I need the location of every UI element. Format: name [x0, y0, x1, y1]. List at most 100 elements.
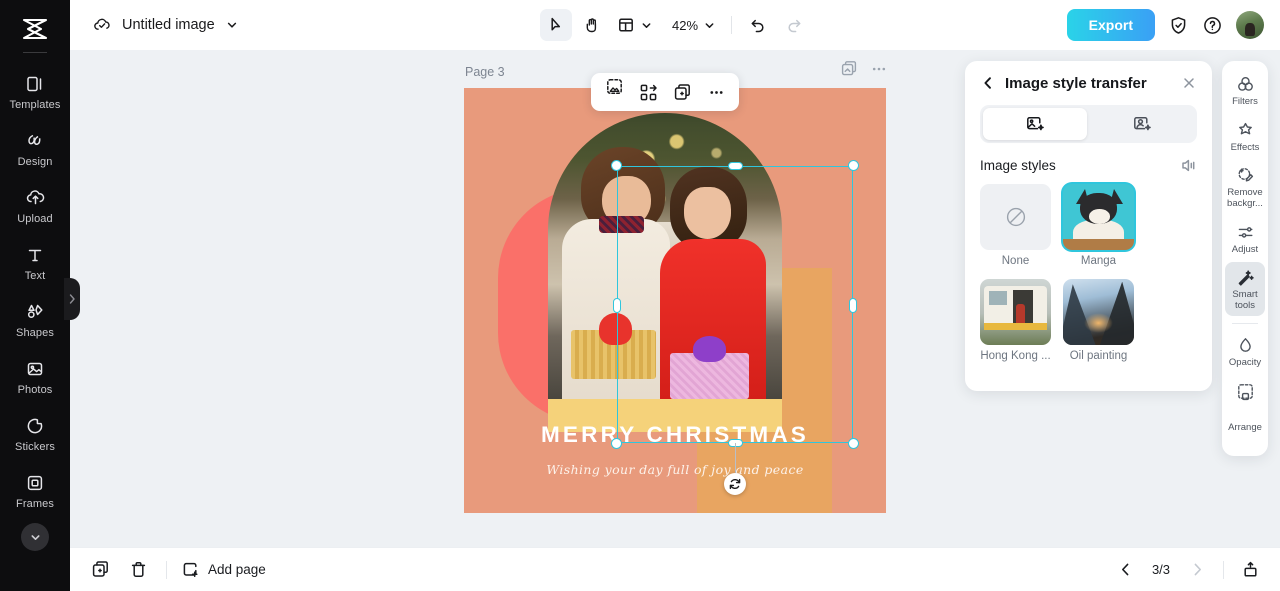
sidebar-label: Templates [9, 98, 61, 111]
chevron-down-icon[interactable] [640, 19, 653, 32]
more-horizontal-icon [707, 83, 726, 102]
present-button[interactable] [1236, 556, 1264, 584]
resize-handle-bottom[interactable] [728, 439, 743, 447]
right-tool-smart-tools[interactable]: Smart tools [1225, 262, 1265, 317]
sidebar-more-button[interactable] [21, 523, 49, 551]
prev-page-button[interactable] [1111, 556, 1139, 584]
cutout-tool-button[interactable] [599, 77, 629, 107]
replace-icon [639, 83, 658, 102]
none-thumb [980, 184, 1051, 250]
sidebar-item-stickers[interactable]: Stickers [0, 405, 70, 462]
toolbar-divider [731, 16, 733, 34]
resize-handle-top[interactable] [728, 162, 743, 170]
style-mode-tabs [980, 105, 1197, 143]
hand-icon [583, 16, 601, 34]
zoom-control[interactable]: 42% [662, 9, 721, 41]
manga-cat-thumb [1063, 184, 1134, 250]
right-tool-adjust[interactable]: Adjust [1225, 217, 1265, 261]
document-title-group[interactable]: Untitled image [70, 15, 239, 35]
more-tool-button[interactable] [701, 77, 731, 107]
van-window [988, 290, 1007, 306]
oil-glow [1084, 313, 1113, 334]
right-tool-opacity[interactable]: Opacity [1225, 330, 1265, 374]
duplicate-page-button[interactable] [86, 556, 114, 584]
hand-tool-button[interactable] [576, 9, 608, 41]
portrait-style-tab[interactable] [1090, 108, 1194, 140]
document-title[interactable]: Untitled image [122, 17, 215, 33]
bottom-right-actions: 3/3 [1111, 556, 1280, 584]
right-tool-remove-background[interactable]: Remove backgr... [1225, 160, 1265, 214]
resize-handle-bottom-left[interactable] [611, 438, 622, 449]
sidebar-item-upload[interactable]: Upload [0, 177, 70, 234]
sidebar-label: Text [24, 269, 46, 282]
cloud-check-icon [92, 15, 112, 35]
shield-check-icon[interactable] [1168, 15, 1189, 36]
chevron-down-icon[interactable] [225, 18, 239, 32]
export-button[interactable]: Export [1066, 9, 1155, 41]
tagline-text[interactable]: Wishing your day full of joy and peace [464, 462, 886, 477]
undo-icon [749, 16, 767, 34]
right-tool-label: Remove backgr... [1227, 187, 1263, 209]
undo-button[interactable] [742, 9, 774, 41]
shapes-icon [24, 301, 46, 323]
cat-table [1063, 239, 1134, 250]
sidebar-item-shapes[interactable]: Shapes [0, 291, 70, 348]
sidebar-item-design[interactable]: Design [0, 120, 70, 177]
chevron-left-icon[interactable] [980, 75, 996, 91]
app-root: Templates Design Upload Text Shapes Phot… [0, 0, 1280, 591]
portrait-sparkle-icon [1132, 114, 1152, 134]
delete-page-button[interactable] [124, 556, 152, 584]
sidebar-item-templates[interactable]: Templates [0, 63, 70, 120]
chevron-down-icon[interactable] [703, 19, 716, 32]
hongkong-van-thumb [980, 279, 1051, 345]
image-style-tab[interactable] [983, 108, 1087, 140]
sidebar-item-text[interactable]: Text [0, 234, 70, 291]
right-tool-label: Filters [1232, 96, 1258, 107]
image-sparkle-icon [1025, 114, 1045, 134]
redo-button[interactable] [778, 9, 810, 41]
left-sidebar: Templates Design Upload Text Shapes Phot… [0, 0, 70, 591]
next-page-button[interactable] [1183, 556, 1211, 584]
sidebar-label: Shapes [16, 326, 54, 339]
sticker-icon [24, 415, 46, 437]
avatar[interactable] [1236, 11, 1264, 39]
add-page-button[interactable]: Add page [181, 560, 266, 579]
right-tool-divider [1232, 323, 1258, 325]
style-cell-manga[interactable]: Manga [1063, 184, 1134, 267]
add-page-label: Add page [208, 562, 266, 577]
resize-handle-bottom-right[interactable] [848, 438, 859, 449]
oil-painting-thumb [1063, 279, 1134, 345]
rotate-handle-icon[interactable] [724, 473, 746, 495]
help-circle-icon[interactable] [1202, 15, 1223, 36]
style-cell-hongkong[interactable]: Hong Kong ... [980, 279, 1051, 362]
right-tool-arrange[interactable]: Arrange [1225, 376, 1265, 439]
sidebar-item-photos[interactable]: Photos [0, 348, 70, 405]
right-tool-filters[interactable]: Filters [1225, 69, 1265, 113]
resize-handle-right[interactable] [849, 297, 857, 313]
style-label: Hong Kong ... [980, 350, 1051, 362]
capcut-logo-icon[interactable] [15, 12, 55, 46]
duplicate-tool-button[interactable] [667, 77, 697, 107]
select-tool-button[interactable] [539, 9, 572, 41]
close-icon[interactable] [1181, 75, 1197, 91]
layout-icon [617, 16, 635, 34]
right-tool-label: Opacity [1228, 357, 1262, 369]
style-cell-none[interactable]: None [980, 184, 1051, 267]
selection-box[interactable] [611, 160, 859, 495]
design-icon [24, 130, 46, 152]
more-horizontal-icon[interactable] [870, 60, 888, 78]
image-style-transfer-panel: Image style transfer Image styles None M… [965, 61, 1212, 391]
collapse-panel-icon[interactable] [1180, 157, 1197, 174]
sidebar-collapse-handle[interactable] [64, 278, 80, 320]
right-tool-effects[interactable]: Effects [1225, 115, 1265, 159]
resize-handle-top-left[interactable] [611, 160, 622, 171]
style-cell-oil-painting[interactable]: Oil painting [1063, 279, 1134, 362]
layout-tool-button[interactable] [612, 9, 658, 41]
right-tool-label: Adjust [1231, 243, 1259, 255]
sidebar-item-frames[interactable]: Frames [0, 462, 70, 519]
resize-handle-top-right[interactable] [848, 160, 859, 171]
replace-tool-button[interactable] [633, 77, 663, 107]
duplicate-page-icon[interactable] [840, 60, 858, 78]
resize-handle-left[interactable] [613, 297, 621, 313]
adjust-icon [1236, 223, 1255, 242]
